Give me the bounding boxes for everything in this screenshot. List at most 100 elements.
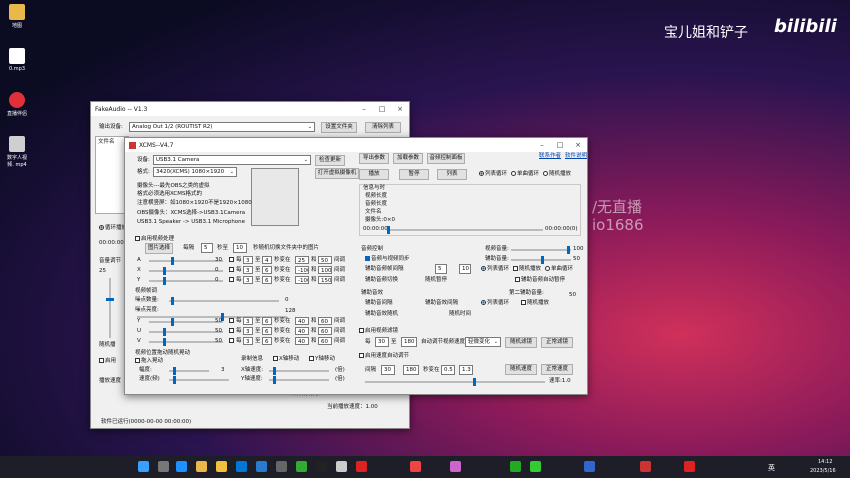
random-speed-button[interactable]: 随机速度	[505, 364, 537, 375]
mode-random[interactable]: 随机播放	[543, 171, 571, 178]
row-checkbox[interactable]	[229, 328, 235, 335]
row-high[interactable]: 50	[318, 256, 332, 264]
explorer-icon[interactable]	[216, 461, 227, 472]
row-checkbox[interactable]	[229, 257, 235, 264]
app-icon[interactable]	[256, 461, 267, 472]
y-shift-checkbox[interactable]: Y轴移动	[309, 356, 335, 363]
interval-min[interactable]: 5	[201, 243, 213, 253]
filter-mode-select[interactable]: 轻微变化 ⌄	[465, 337, 501, 347]
row-min[interactable]: 3	[243, 317, 253, 325]
speed-min[interactable]: 30	[381, 365, 395, 375]
open-camera-button[interactable]: 打开虚拟摄像机	[315, 168, 359, 179]
auto-speed-checkbox[interactable]: 启用速度自动调节	[359, 353, 409, 360]
app-icon[interactable]	[336, 461, 347, 472]
filter-min[interactable]: 30	[375, 337, 389, 347]
aux2-loop[interactable]: 列表循环	[481, 300, 509, 307]
row-slider[interactable]	[149, 338, 223, 346]
audio-panel-button[interactable]: 音频控制面板	[427, 153, 465, 164]
video-vol-slider[interactable]	[511, 246, 571, 254]
aux-vol-slider[interactable]	[511, 256, 571, 264]
chrome-icon[interactable]	[196, 461, 207, 472]
x-speed-slider[interactable]	[269, 367, 329, 375]
app-icon[interactable]	[276, 461, 287, 472]
row-slider[interactable]	[149, 328, 223, 336]
row-slider[interactable]	[149, 267, 223, 275]
aux-random[interactable]: 随机播放	[513, 266, 541, 273]
contact-link[interactable]: 联系作者	[539, 153, 561, 160]
loop-play-radio[interactable]: 循环播放	[99, 225, 127, 232]
speed-max[interactable]: 180	[403, 365, 419, 375]
row-slider[interactable]	[149, 318, 223, 326]
search-icon[interactable]	[158, 461, 169, 472]
row-high[interactable]: 150	[318, 276, 332, 284]
aux-min[interactable]: 5	[435, 264, 447, 274]
aux2-random[interactable]: 随机播放	[521, 300, 549, 307]
clear-list-button[interactable]: 清除列表	[365, 122, 401, 133]
desktop-icon-map[interactable]: 地图	[4, 4, 30, 29]
row-low[interactable]: -100	[295, 276, 309, 284]
device-select[interactable]: USB3.1 Camera ⌄	[153, 155, 311, 165]
clock-time[interactable]: 14:12	[818, 459, 832, 465]
set-folder-button[interactable]: 设置文件夹	[321, 122, 357, 133]
auto-filter-checkbox[interactable]: 启用视频滤镜	[359, 328, 398, 335]
app-icon[interactable]	[584, 461, 595, 472]
maximize-icon[interactable]: □	[373, 105, 391, 113]
app-icon[interactable]	[450, 461, 461, 472]
play-button[interactable]: 播放	[359, 169, 389, 180]
check-update-button[interactable]: 检查更新	[315, 155, 345, 166]
desktop-icon-mp4[interactable]: 数字人视频. mp4	[4, 136, 30, 168]
minimize-icon[interactable]: –	[533, 141, 551, 149]
app-icon[interactable]	[640, 461, 651, 472]
speed-freq-slider[interactable]	[169, 376, 229, 384]
close-icon[interactable]: ×	[569, 141, 587, 149]
row-max[interactable]: 6	[262, 327, 272, 335]
row-high[interactable]: 60	[318, 327, 332, 335]
row-checkbox[interactable]	[229, 318, 235, 325]
mode-single-loop[interactable]: 单曲循环	[511, 171, 539, 178]
desktop-icon-live[interactable]: 直播伴侣	[4, 92, 30, 117]
edge-icon[interactable]	[176, 461, 187, 472]
aux-single[interactable]: 单曲循环	[545, 266, 573, 273]
row-max[interactable]: 6	[262, 266, 272, 274]
row-min[interactable]: 3	[243, 266, 253, 274]
capcut-icon[interactable]	[316, 461, 327, 472]
app-icon[interactable]	[236, 461, 247, 472]
aux-list-loop[interactable]: 列表循环	[481, 266, 509, 273]
row-high[interactable]: 60	[318, 337, 332, 345]
lang-indicator[interactable]: 英	[768, 463, 775, 473]
row-high[interactable]: 60	[318, 317, 332, 325]
auto-pause-checkbox[interactable]: 辅助音频自动暂停	[515, 277, 565, 284]
row-checkbox[interactable]	[229, 338, 235, 345]
clock-date[interactable]: 2023/5/16	[810, 468, 836, 474]
row-max[interactable]: 6	[262, 276, 272, 284]
filter-max[interactable]: 180	[401, 337, 417, 347]
format-select[interactable]: 3420(XCMS) 1080×1920 ⌄	[153, 167, 237, 177]
row-min[interactable]: 3	[243, 337, 253, 345]
app-icon[interactable]	[410, 461, 421, 472]
minimize-icon[interactable]: –	[355, 105, 373, 113]
row-low[interactable]: 40	[295, 317, 309, 325]
app-icon[interactable]	[356, 461, 367, 472]
row-max[interactable]: 6	[262, 317, 272, 325]
desktop-icon-mp3[interactable]: 0.mp3	[4, 48, 30, 72]
row-min[interactable]: 3	[243, 276, 253, 284]
row-min[interactable]: 3	[243, 327, 253, 335]
noise-slider[interactable]	[169, 297, 279, 305]
row-max[interactable]: 4	[262, 256, 272, 264]
sync-checkbox[interactable]: 音频与视频同步	[365, 256, 410, 263]
wechat-icon[interactable]	[510, 461, 521, 472]
row-slider[interactable]	[149, 277, 223, 285]
interval-max[interactable]: 10	[233, 243, 247, 253]
start-icon[interactable]	[138, 461, 149, 472]
row-max[interactable]: 6	[262, 337, 272, 345]
row-low[interactable]: 40	[295, 327, 309, 335]
aux-max[interactable]: 10	[459, 264, 471, 274]
xcms-titlebar[interactable]: XCMS--V4.7– □ ×	[125, 138, 587, 152]
help-link[interactable]: 软件说明	[565, 153, 587, 160]
progress-slider[interactable]	[387, 226, 543, 234]
rate-min[interactable]: 0.5	[441, 365, 455, 375]
row-high[interactable]: 100	[318, 266, 332, 274]
amp-slider[interactable]	[169, 367, 209, 375]
app-icon[interactable]	[530, 461, 541, 472]
rate-max[interactable]: 1.3	[459, 365, 473, 375]
